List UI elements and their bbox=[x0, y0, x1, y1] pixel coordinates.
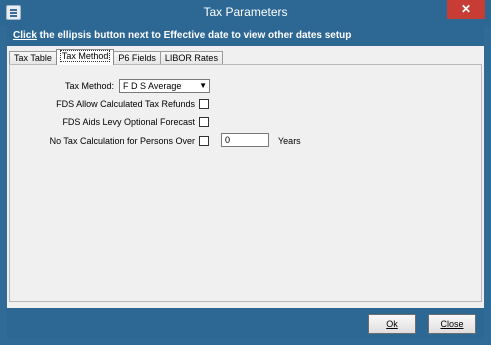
tab-libor-rates[interactable]: LIBOR Rates bbox=[159, 51, 223, 65]
banner-click-word: Click bbox=[13, 30, 37, 41]
tax-method-select[interactable]: F D S Average ▼ bbox=[119, 79, 210, 93]
tab-p6-fields[interactable]: P6 Fields bbox=[113, 51, 161, 65]
close-button[interactable]: Close bbox=[428, 314, 476, 334]
tab-label: Tax Table bbox=[14, 53, 52, 63]
tab-tax-method[interactable]: Tax Method bbox=[55, 49, 115, 65]
banner-text: the ellipsis button next to Effective da… bbox=[36, 30, 352, 41]
ok-button[interactable]: Ok bbox=[368, 314, 416, 334]
no-tax-checkbox[interactable] bbox=[199, 136, 209, 146]
dialog-client: Click the ellipsis button next to Effect… bbox=[7, 26, 484, 338]
window-close-button[interactable]: ✕ bbox=[447, 0, 485, 19]
close-button-label: Close bbox=[440, 319, 464, 329]
button-bar: Ok Close bbox=[7, 308, 484, 338]
refunds-label: FDS Allow Calculated Tax Refunds bbox=[56, 99, 195, 109]
ok-button-label: Ok bbox=[386, 319, 398, 329]
tab-strip: Tax Table Tax Method P6 Fields LIBOR Rat… bbox=[9, 49, 223, 65]
tab-label: P6 Fields bbox=[118, 53, 156, 63]
years-label: Years bbox=[278, 136, 301, 146]
tax-method-value: F D S Average bbox=[123, 81, 182, 91]
levy-label: FDS Aids Levy Optional Forecast bbox=[62, 117, 195, 127]
tax-parameters-window: Tax Parameters ✕ Click the ellipsis butt… bbox=[0, 0, 491, 345]
years-input[interactable]: 0 bbox=[221, 133, 269, 147]
tab-label: Tax Method bbox=[59, 50, 111, 62]
tab-label: LIBOR Rates bbox=[164, 53, 218, 63]
info-banner: Click the ellipsis button next to Effect… bbox=[7, 26, 484, 46]
window-title: Tax Parameters bbox=[203, 5, 288, 19]
refunds-checkbox[interactable] bbox=[199, 99, 209, 109]
no-tax-label: No Tax Calculation for Persons Over bbox=[49, 136, 195, 146]
tax-method-panel: Tax Method: F D S Average ▼ FDS Allow Ca… bbox=[9, 64, 482, 302]
levy-checkbox[interactable] bbox=[199, 117, 209, 127]
title-bar: Tax Parameters ✕ bbox=[0, 0, 491, 26]
tab-tax-table[interactable]: Tax Table bbox=[9, 51, 57, 65]
tax-method-label: Tax Method: bbox=[64, 81, 114, 91]
chevron-down-icon: ▼ bbox=[199, 81, 207, 90]
